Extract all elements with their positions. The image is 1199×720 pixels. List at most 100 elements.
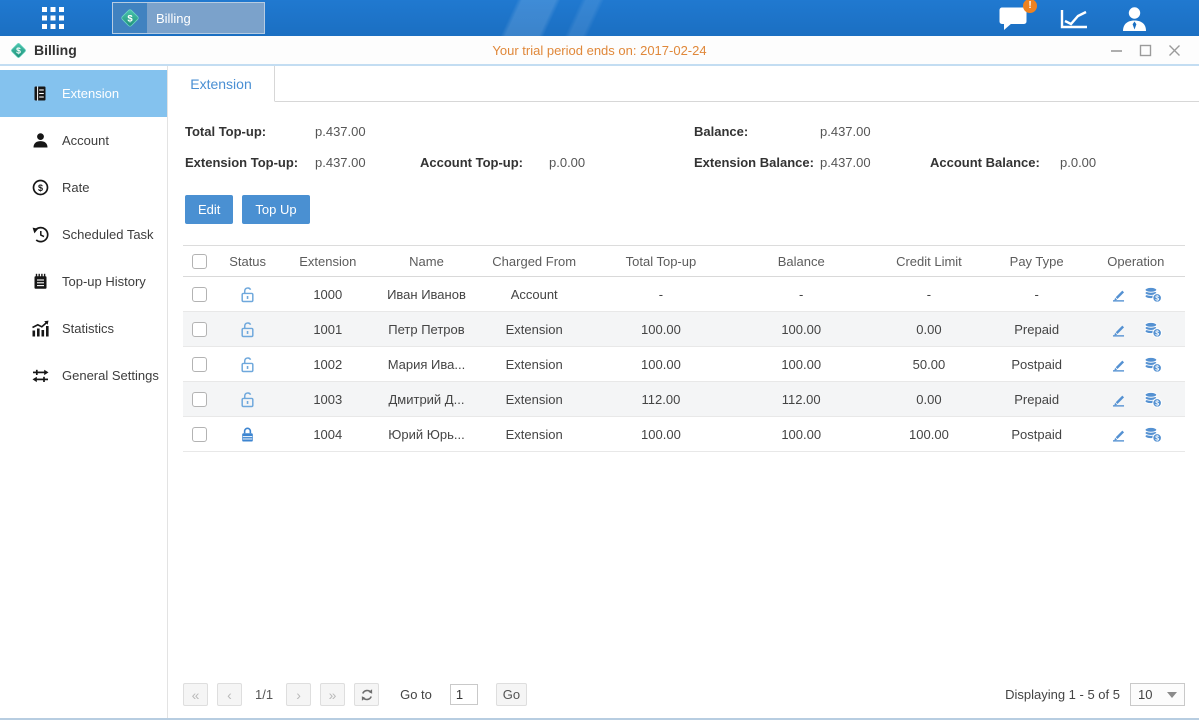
topup-row-icon[interactable]: $ — [1143, 391, 1162, 408]
table-row: 1000 Иван Иванов Account - - - - — [183, 277, 1185, 312]
svg-text:$: $ — [1155, 400, 1159, 407]
next-page-button[interactable]: › — [286, 683, 311, 706]
total-topup-cell: 112.00 — [591, 392, 731, 407]
name-cell: Мария Ива... — [375, 357, 477, 372]
extension-cell: 1001 — [280, 322, 375, 337]
sidebar-item-label: Top-up History — [62, 274, 146, 289]
billing-app-tab[interactable]: $ Billing — [112, 2, 265, 34]
edit-row-icon[interactable] — [1110, 426, 1127, 443]
row-checkbox[interactable] — [192, 357, 207, 372]
status-cell — [215, 320, 280, 337]
status-cell — [215, 285, 280, 302]
goto-label: Go to — [400, 687, 432, 702]
row-checkbox[interactable] — [192, 287, 207, 302]
scheduled-task-icon — [31, 226, 49, 243]
balance-cell: - — [731, 287, 871, 302]
sidebar-item-rate[interactable]: $ Rate — [0, 164, 167, 211]
name-cell: Петр Петров — [375, 322, 477, 337]
col-name: Name — [375, 254, 477, 269]
messages-icon[interactable]: ! — [998, 5, 1029, 31]
tab-strip: Extension — [168, 66, 1199, 102]
sidebar-item-general-settings[interactable]: General Settings — [0, 352, 167, 399]
user-account-icon[interactable] — [1120, 5, 1149, 32]
close-icon[interactable] — [1168, 44, 1181, 57]
topup-row-icon[interactable]: $ — [1143, 356, 1162, 373]
maximize-icon[interactable] — [1139, 44, 1152, 57]
extension-icon — [31, 85, 49, 102]
row-checkbox[interactable] — [192, 427, 207, 442]
sidebar-item-account[interactable]: Account — [0, 117, 167, 164]
extension-cell: 1004 — [280, 427, 375, 442]
general-settings-icon — [31, 368, 49, 384]
tab-extension[interactable]: Extension — [168, 66, 275, 102]
status-cell — [215, 390, 280, 407]
edit-row-icon[interactable] — [1110, 286, 1127, 303]
go-button[interactable]: Go — [496, 683, 527, 706]
topup-row-icon[interactable]: $ — [1143, 426, 1162, 443]
sidebar-item-label: General Settings — [62, 368, 159, 383]
svg-text:$: $ — [1155, 295, 1159, 302]
total-topup-label: Total Top-up: — [185, 124, 315, 139]
col-charged-from: Charged From — [478, 254, 591, 269]
lock-open-icon — [240, 321, 255, 338]
page-size-select[interactable]: 10 — [1130, 683, 1185, 706]
col-credit-limit: Credit Limit — [871, 254, 986, 269]
balance-label: Balance: — [694, 124, 820, 139]
credit-limit-cell: 0.00 — [871, 392, 986, 407]
extension-balance-value: p.437.00 — [820, 155, 930, 170]
lock-open-icon — [240, 391, 255, 408]
edit-row-icon[interactable] — [1110, 321, 1127, 338]
extension-topup-label: Extension Top-up: — [185, 155, 315, 170]
row-checkbox[interactable] — [192, 392, 207, 407]
sidebar-item-label: Account — [62, 133, 109, 148]
displaying-text: Displaying 1 - 5 of 5 — [1005, 687, 1120, 702]
col-status: Status — [215, 254, 280, 269]
topup-row-icon[interactable]: $ — [1143, 286, 1162, 303]
table-row: 1004 Юрий Юрь... Extension 100.00 100.00… — [183, 417, 1185, 452]
credit-limit-cell: 0.00 — [871, 322, 986, 337]
edit-button[interactable]: Edit — [185, 195, 233, 224]
sidebar-item-extension[interactable]: Extension — [0, 70, 167, 117]
minimize-icon[interactable] — [1110, 44, 1123, 57]
account-icon — [31, 132, 49, 149]
table-row: 1003 Дмитрий Д... Extension 112.00 112.0… — [183, 382, 1185, 417]
edit-row-icon[interactable] — [1110, 391, 1127, 408]
col-balance: Balance — [731, 254, 871, 269]
page-indicator: 1/1 — [251, 687, 277, 702]
svg-text:$: $ — [37, 183, 42, 193]
credit-limit-cell: 50.00 — [871, 357, 986, 372]
refresh-button[interactable] — [354, 683, 379, 706]
goto-page-input[interactable] — [450, 684, 478, 705]
extension-cell: 1002 — [280, 357, 375, 372]
sidebar-item-statistics[interactable]: Statistics — [0, 305, 167, 352]
status-cell — [215, 425, 280, 442]
sidebar-item-scheduled-task[interactable]: Scheduled Task — [0, 211, 167, 258]
last-page-button[interactable]: » — [320, 683, 345, 706]
svg-text:$: $ — [16, 45, 21, 55]
app-grid-icon[interactable] — [36, 3, 70, 33]
select-all-checkbox[interactable] — [192, 254, 207, 269]
col-pay-type: Pay Type — [987, 254, 1087, 269]
topup-button[interactable]: Top Up — [242, 195, 309, 224]
svg-text:$: $ — [127, 13, 133, 24]
topup-history-icon — [31, 273, 49, 290]
table-footer: « ‹ 1/1 › » Go to Go — [183, 683, 1185, 706]
billing-diamond-icon: $ — [113, 3, 147, 33]
pay-type-cell: Postpaid — [987, 357, 1087, 372]
balance-cell: 100.00 — [731, 357, 871, 372]
first-page-button[interactable]: « — [183, 683, 208, 706]
lock-open-icon — [240, 286, 255, 303]
reports-chart-icon[interactable] — [1059, 6, 1090, 31]
row-checkbox[interactable] — [192, 322, 207, 337]
edit-row-icon[interactable] — [1110, 356, 1127, 373]
sidebar-item-topup-history[interactable]: Top-up History — [0, 258, 167, 305]
topup-row-icon[interactable]: $ — [1143, 321, 1162, 338]
billing-window: $ Billing ! — [0, 0, 1199, 720]
pay-type-cell: Prepaid — [987, 392, 1087, 407]
charged-from-cell: Extension — [478, 427, 591, 442]
trial-message: Your trial period ends on: 2017-02-24 — [492, 43, 706, 58]
prev-page-button[interactable]: ‹ — [217, 683, 242, 706]
extension-balance-label: Extension Balance: — [694, 155, 820, 170]
col-operation: Operation — [1087, 254, 1185, 269]
total-topup-value: p.437.00 — [315, 124, 420, 139]
